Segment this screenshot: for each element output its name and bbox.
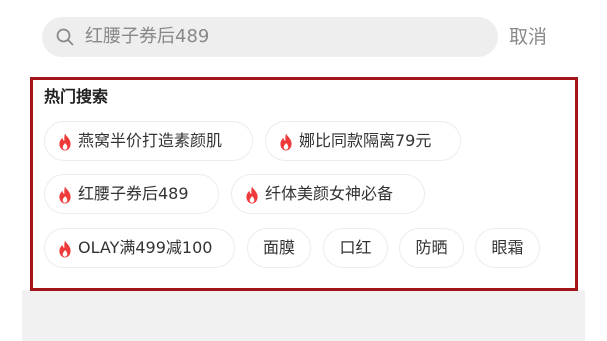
hot-search-chip-label: 眼霜: [491, 238, 524, 257]
hot-search-chip-label: 纤体美颜女神必备: [265, 184, 394, 203]
search-header: 红腰子券后489 取消: [0, 0, 607, 72]
hot-search-chip[interactable]: OLAY满499减100: [44, 228, 235, 268]
hot-search-chip[interactable]: 面膜: [247, 228, 311, 268]
fire-icon: [59, 133, 71, 151]
hot-search-chip-label: 娜比同款隔离79元: [299, 131, 432, 150]
cancel-button[interactable]: 取消: [509, 17, 547, 57]
hot-search-chip[interactable]: 娜比同款隔离79元: [265, 121, 461, 161]
fire-icon: [280, 133, 292, 151]
hot-search-chip[interactable]: 红腰子券后489: [44, 174, 219, 214]
hot-search-chip-label: 面膜: [262, 238, 295, 257]
hot-search-chip-label: 红腰子券后489: [78, 184, 189, 203]
fire-icon: [246, 186, 258, 204]
search-input[interactable]: 红腰子券后489: [42, 17, 498, 57]
hot-search-chip[interactable]: 口红: [323, 228, 388, 268]
fire-icon: [59, 240, 71, 258]
search-icon: [56, 28, 74, 46]
hot-search-chip[interactable]: 眼霜: [475, 228, 540, 268]
hot-search-chip-label: OLAY满499减100: [78, 238, 213, 257]
hot-search-chip-label: 防晒: [415, 238, 448, 257]
hot-search-title: 热门搜索: [44, 87, 109, 106]
hot-search-chip-label: 燕窝半价打造素颜肌: [78, 131, 223, 150]
hot-search-chip[interactable]: 纤体美颜女神必备: [231, 174, 425, 214]
hot-search-chip-label: 口红: [339, 238, 372, 257]
search-input-value: 红腰子券后489: [85, 26, 210, 47]
hot-search-chip[interactable]: 防晒: [399, 228, 464, 268]
fire-icon: [59, 186, 71, 204]
hot-search-chip[interactable]: 燕窝半价打造素颜肌: [44, 121, 253, 161]
